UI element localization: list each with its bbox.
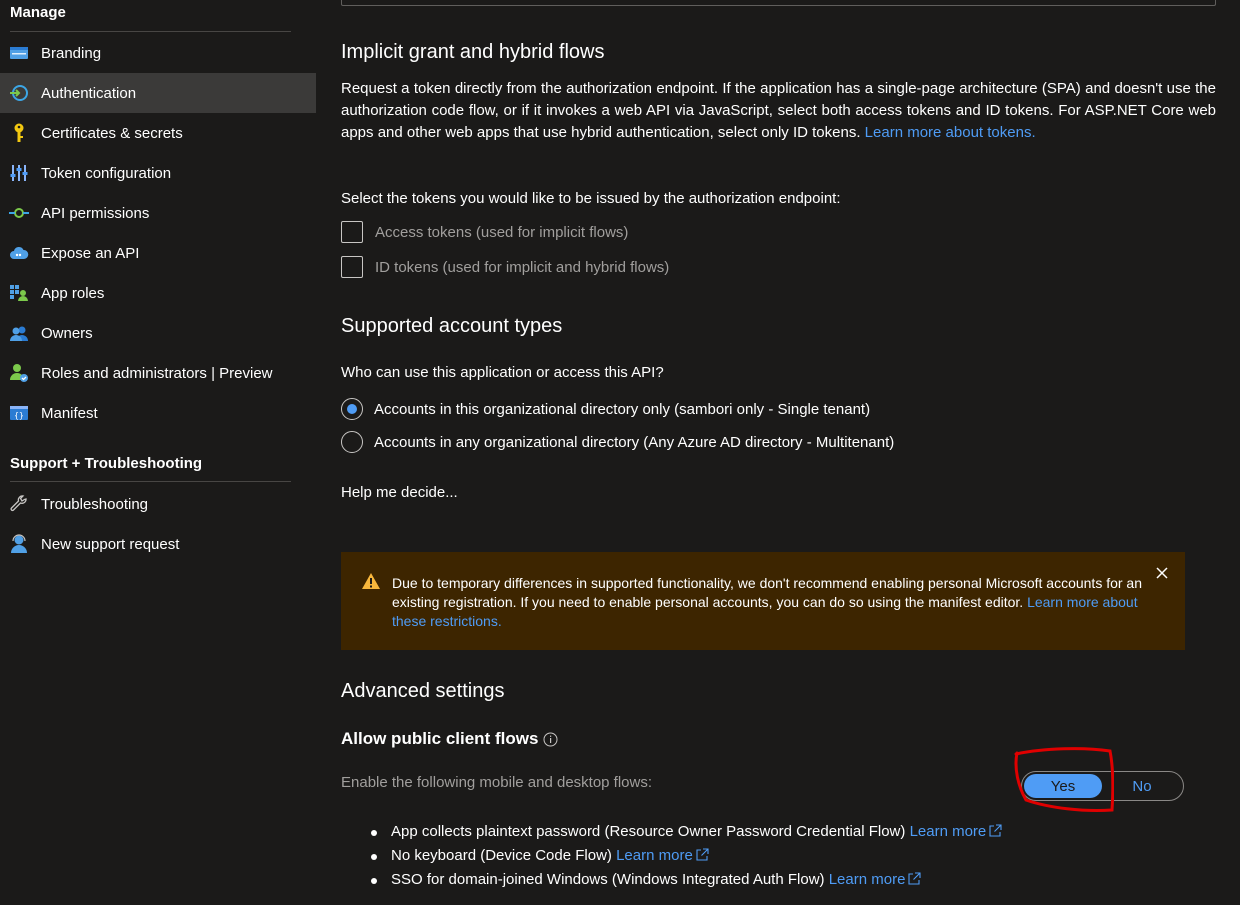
main-content: Implicit grant and hybrid flows Request …: [341, 0, 1221, 905]
sidebar-item-troubleshooting[interactable]: Troubleshooting: [0, 484, 316, 524]
external-link-icon: [907, 871, 921, 893]
sidebar-item-label: API permissions: [41, 204, 150, 222]
sidebar-item-new-support-request[interactable]: New support request: [0, 524, 316, 564]
learn-more-link[interactable]: Learn more: [829, 871, 922, 888]
single-tenant-radio[interactable]: [341, 398, 363, 420]
learn-more-link[interactable]: Learn more: [616, 847, 709, 864]
sidebar-item-token-configuration[interactable]: Token configuration: [0, 153, 316, 193]
warning-icon: [361, 572, 381, 595]
account-types-question: Who can use this application or access t…: [341, 364, 664, 381]
roles-admin-icon: [9, 363, 29, 383]
multi-tenant-option[interactable]: Accounts in any organizational directory…: [341, 431, 894, 453]
multi-tenant-label: Accounts in any organizational directory…: [374, 433, 895, 451]
manifest-icon: {}: [9, 403, 29, 423]
sidebar-item-label: Certificates & secrets: [41, 124, 183, 142]
sidebar-item-label: Manifest: [41, 404, 98, 422]
sidebar-item-owners[interactable]: Owners: [0, 313, 316, 353]
sidebar-item-branding[interactable]: Branding: [0, 33, 316, 73]
external-link-icon: [695, 847, 709, 869]
sidebar-item-manifest[interactable]: {} Manifest: [0, 393, 316, 433]
access-tokens-label: Access tokens (used for implicit flows): [375, 223, 629, 241]
single-tenant-option[interactable]: Accounts in this organizational director…: [341, 398, 870, 420]
info-icon[interactable]: [543, 732, 558, 747]
implicit-grant-description: Request a token directly from the author…: [341, 80, 1216, 141]
multi-tenant-radio[interactable]: [341, 431, 363, 453]
sidebar-item-label: New support request: [41, 535, 180, 553]
branding-icon: [9, 43, 29, 63]
cloud-icon: [9, 243, 29, 263]
sidebar-item-app-roles[interactable]: App roles: [0, 273, 316, 313]
section-divider: [10, 481, 291, 482]
sidebar: Manage Branding Authentication Certifica…: [0, 0, 316, 905]
warning-text: Due to temporary differences in supporte…: [392, 575, 1143, 629]
sidebar-item-label: Token configuration: [41, 164, 172, 182]
sidebar-item-roles-administrators[interactable]: Roles and administrators | Preview: [0, 353, 316, 393]
sidebar-item-certificates[interactable]: Certificates & secrets: [0, 113, 316, 153]
access-tokens-checkbox[interactable]: [341, 221, 363, 243]
toggle-no-button[interactable]: No: [1102, 774, 1182, 798]
authentication-icon: [9, 83, 29, 103]
sidebar-item-label: Troubleshooting: [41, 495, 149, 513]
learn-more-tokens-link[interactable]: Learn more about tokens.: [865, 124, 1036, 141]
id-tokens-option[interactable]: ID tokens (used for implicit and hybrid …: [341, 256, 669, 278]
list-item: No keyboard (Device Code Flow) Learn mor…: [371, 845, 1002, 869]
owners-icon: [9, 323, 29, 343]
api-permissions-icon: [9, 203, 29, 223]
sidebar-item-expose-api[interactable]: Expose an API: [0, 233, 316, 273]
sidebar-item-authentication[interactable]: Authentication: [0, 73, 316, 113]
close-icon[interactable]: [1153, 564, 1171, 582]
account-types-title: Supported account types: [341, 315, 563, 337]
support-section-title: Support + Troubleshooting: [10, 455, 203, 472]
sidebar-item-api-permissions[interactable]: API permissions: [0, 193, 316, 233]
app-roles-icon: [9, 283, 29, 303]
advanced-settings-title: Advanced settings: [341, 680, 505, 702]
id-tokens-label: ID tokens (used for implicit and hybrid …: [375, 258, 670, 276]
token-select-prompt: Select the tokens you would like to be i…: [341, 190, 841, 207]
warning-banner: Due to temporary differences in supporte…: [341, 552, 1185, 650]
public-client-toggle[interactable]: Yes No: [1021, 771, 1184, 801]
flows-list: App collects plaintext password (Resourc…: [371, 821, 1002, 893]
id-tokens-checkbox[interactable]: [341, 256, 363, 278]
sidebar-item-label: Roles and administrators | Preview: [41, 364, 273, 382]
sidebar-item-label: App roles: [41, 284, 105, 302]
public-client-flows-heading: Allow public client flows: [341, 729, 558, 749]
sidebar-item-label: Branding: [41, 44, 102, 62]
section-divider: [10, 31, 291, 32]
learn-more-link[interactable]: Learn more: [910, 823, 1003, 840]
access-tokens-option[interactable]: Access tokens (used for implicit flows): [341, 221, 628, 243]
app-root: Manage Branding Authentication Certifica…: [0, 0, 1240, 905]
svg-text:{}: {}: [14, 411, 24, 420]
external-link-icon: [988, 823, 1002, 845]
sidebar-item-label: Authentication: [41, 84, 137, 102]
wrench-icon: [9, 494, 29, 514]
support-person-icon: [9, 534, 29, 554]
sidebar-item-label: Owners: [41, 324, 93, 342]
list-item: SSO for domain-joined Windows (Windows I…: [371, 869, 1002, 893]
sidebar-item-label: Expose an API: [41, 244, 140, 262]
implicit-grant-title: Implicit grant and hybrid flows: [341, 41, 605, 63]
single-tenant-label: Accounts in this organizational director…: [374, 400, 871, 418]
token-config-icon: [9, 163, 29, 183]
enable-flows-label: Enable the following mobile and desktop …: [341, 774, 653, 791]
list-item: App collects plaintext password (Resourc…: [371, 821, 1002, 845]
key-icon: [9, 123, 29, 143]
help-me-decide-link[interactable]: Help me decide...: [341, 484, 458, 501]
toggle-yes-button[interactable]: Yes: [1024, 774, 1102, 798]
manage-section-title: Manage: [10, 4, 66, 21]
top-input-field[interactable]: [341, 0, 1216, 6]
